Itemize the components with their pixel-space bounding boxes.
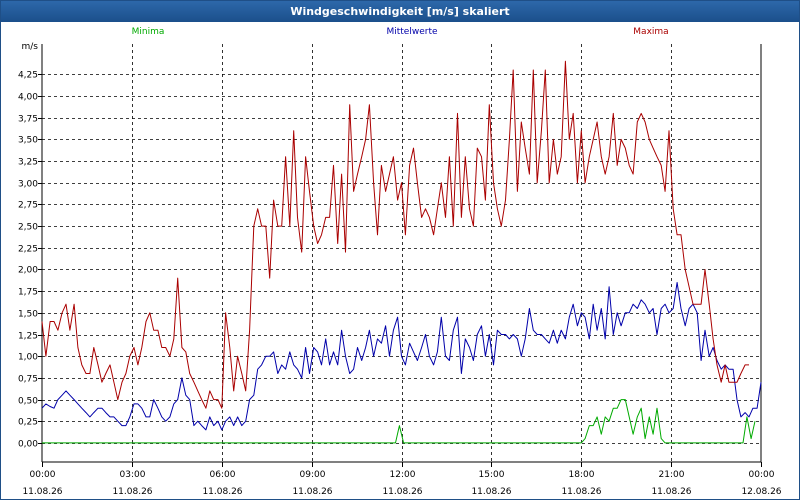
x-tick-time-label: 00:00 [30,470,56,480]
x-tick-time-label: 12:00 [390,470,416,480]
x-tick-date-label: 11.08.26 [22,487,62,497]
grid [42,44,761,462]
x-tick-time-label: 06:00 [210,470,236,480]
y-tick-label: 1,00 [18,353,38,363]
y-tick-label: 2,75 [18,201,38,211]
series-line-mittelwerte [41,282,762,431]
y-tick-label: 2,25 [18,245,38,255]
y-tick-label: 2,00 [18,266,38,276]
y-axis-unit: m/s [22,42,39,52]
x-tick-date-label: 11.08.26 [561,487,601,497]
y-tick-label: 2,50 [18,223,38,233]
window-title: Windgeschwindigkeit [m/s] skaliert [1,1,799,22]
y-tick-label: 4,00 [18,93,38,103]
x-tick-date-label: 11.08.26 [382,487,422,497]
x-tick-labels: 00:00 11.08.26 03:00 11.08.26 06:00 11.08.26 0… [22,470,781,497]
x-tick-time-label: 03:00 [120,470,146,480]
y-tick-label: 0,50 [18,397,38,407]
x-tick-time-label: 15:00 [479,470,505,480]
y-tick-labels: 0,00 0,25 0,50 0,75 1,00 1,25 1,50 1,75 2,00 2,25… [18,71,38,450]
x-tick-date-label: 11.08.26 [202,487,242,497]
y-tick-label: 3,50 [18,136,38,146]
legend-entry-minima: Minima [132,27,165,37]
y-tick-label: 0,25 [18,418,38,428]
legend-entry-mittelwerte: Mittelwerte [386,27,437,37]
y-tick-label: 3,25 [18,158,38,168]
chart-window: Windgeschwindigkeit [m/s] skaliert 0,00 0… [0,0,800,500]
x-tick-date-label: 11.08.26 [292,487,332,497]
y-tick-label: 1,50 [18,310,38,320]
y-tick-label: 3,75 [18,115,38,125]
legend: Minima Mittelwerte Maxima [132,27,669,37]
x-tick-time-label: 00:00 [749,470,775,480]
x-tick-time-label: 18:00 [569,470,595,480]
x-tick-date-label: 11.08.26 [651,487,691,497]
wind-speed-chart: 0,00 0,25 0,50 0,75 1,00 1,25 1,50 1,75 2,00 2,25… [18,27,782,497]
y-tick-label: 1,25 [18,332,38,342]
x-tick-date-label: 12.08.26 [741,487,781,497]
y-tick-label: 3,00 [18,180,38,190]
y-tick-label: 4,25 [18,71,38,81]
legend-entry-maxima: Maxima [633,27,668,37]
x-tick-time-label: 09:00 [300,470,326,480]
x-tick-time-label: 21:00 [659,470,685,480]
x-tick-date-label: 11.08.26 [471,487,511,497]
x-tick-date-label: 11.08.26 [112,487,152,497]
y-tick-label: 0,00 [18,440,38,450]
series-lines [41,60,762,444]
axes [38,44,762,467]
y-tick-label: 0,75 [18,375,38,385]
y-tick-label: 1,75 [18,288,38,298]
